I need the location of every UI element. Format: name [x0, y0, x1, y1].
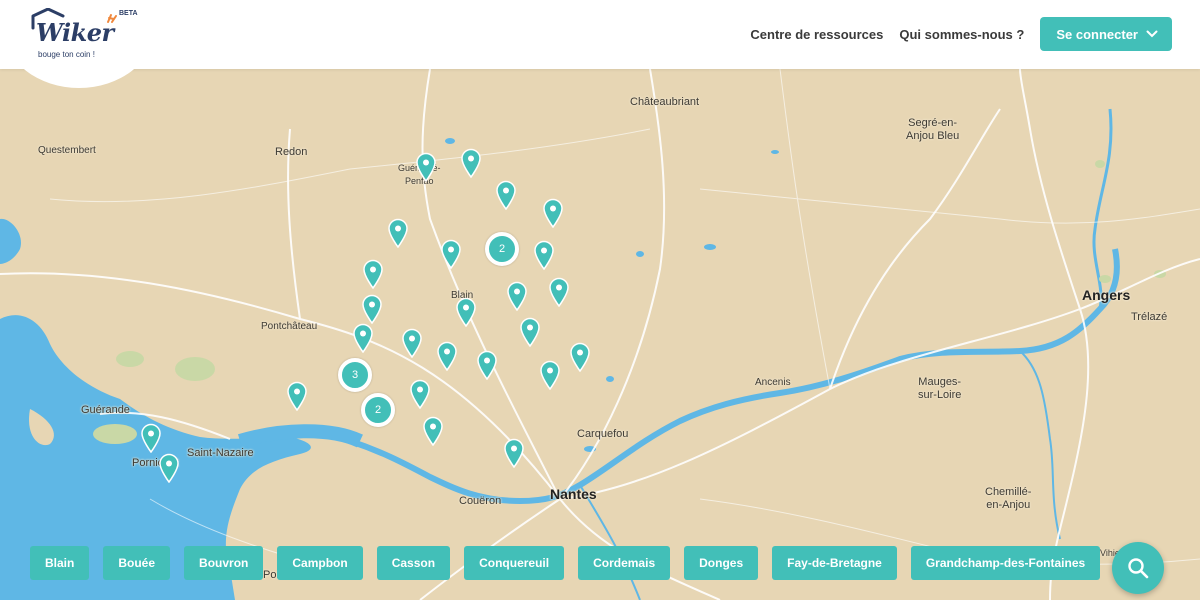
map-pin-icon[interactable] — [542, 198, 564, 228]
map-pin-icon[interactable] — [569, 342, 591, 372]
map-pin-icon[interactable] — [362, 259, 384, 289]
search-icon — [1128, 558, 1149, 579]
search-button[interactable] — [1112, 542, 1164, 594]
place-label-mauges: Mauges-sur-Loire — [918, 376, 962, 401]
map-pin-icon[interactable] — [158, 453, 180, 483]
place-label-pontchateau: Pontchâteau — [261, 321, 318, 332]
logo-wordmark: Wiker — [36, 18, 114, 47]
map-cluster[interactable]: 2 — [485, 232, 519, 266]
place-label-questembert: Questembert — [38, 145, 96, 156]
logo-spark-icon — [107, 14, 117, 23]
app-root: Centre de ressources Qui sommes-nous ? S… — [0, 0, 1200, 600]
map-pin-icon[interactable] — [415, 152, 437, 182]
connect-button[interactable]: Se connecter — [1040, 17, 1172, 51]
logo[interactable]: Wiker BETA bouge ton coin ! — [28, 4, 148, 64]
map-pin-icon[interactable] — [401, 328, 423, 358]
map-pin-icon[interactable] — [422, 416, 444, 446]
place-label-nantes: Nantes — [550, 486, 597, 502]
commune-chip[interactable]: Campbon — [277, 546, 363, 580]
map-cluster[interactable]: 3 — [338, 358, 372, 392]
nav-about-link[interactable]: Qui sommes-nous ? — [899, 27, 1024, 42]
map-pin-icon[interactable] — [460, 148, 482, 178]
commune-chip[interactable]: Grandchamp-des-Fontaines — [910, 546, 1101, 580]
map-pin-icon[interactable] — [436, 341, 458, 371]
map-pin-icon[interactable] — [548, 277, 570, 307]
connect-button-label: Se connecter — [1056, 26, 1138, 42]
map-pin-icon[interactable] — [455, 297, 477, 327]
map-pin-icon[interactable] — [506, 281, 528, 311]
map-pin-icon[interactable] — [533, 240, 555, 270]
place-label-trelaze: Trélazé — [1131, 311, 1168, 323]
place-label-guerande: Guérande — [81, 404, 130, 416]
map-pin-icon[interactable] — [476, 350, 498, 380]
place-label-redon: Redon — [275, 146, 308, 158]
place-label-chateaubriant: Châteaubriant — [630, 96, 700, 108]
map-pin-icon[interactable] — [387, 218, 409, 248]
place-label-ancenis: Ancenis — [755, 377, 791, 388]
commune-chip[interactable]: Blain — [30, 546, 90, 580]
logo-beta-badge: BETA — [119, 10, 138, 17]
commune-chip[interactable]: Conquereuil — [464, 546, 565, 580]
place-label-chemille: Chemillé-en-Anjou — [985, 486, 1032, 511]
nav-resources-link[interactable]: Centre de ressources — [750, 27, 883, 42]
place-label-carquefou: Carquefou — [577, 428, 629, 440]
commune-chip[interactable]: Fay-de-Bretagne — [772, 546, 897, 580]
map-pin-icon[interactable] — [361, 294, 383, 324]
main-nav: Centre de ressources Qui sommes-nous ? S… — [750, 17, 1172, 51]
map-pin-icon[interactable] — [352, 323, 374, 353]
chevron-down-icon — [1146, 30, 1158, 38]
map-pin-icon[interactable] — [440, 239, 462, 269]
commune-chip[interactable]: Donges — [684, 546, 759, 580]
place-label-coueron: Couëron — [459, 495, 502, 507]
map-cluster[interactable]: 2 — [361, 393, 395, 427]
commune-chip[interactable]: Cordemais — [578, 546, 671, 580]
commune-chip[interactable]: Casson — [376, 546, 451, 580]
map-pin-icon[interactable] — [286, 381, 308, 411]
map-basemap — [0, 69, 1200, 600]
map-pin-icon[interactable] — [409, 379, 431, 409]
map-pin-icon[interactable] — [140, 423, 162, 453]
commune-chips: Blain Bouée Bouvron Campbon Casson Conqu… — [30, 546, 1101, 580]
map-canvas[interactable]: Châteaubriant Segré-en- Anjou Bleu Queste… — [0, 69, 1200, 600]
top-header: Centre de ressources Qui sommes-nous ? S… — [0, 0, 1200, 69]
place-label-segre: Segré-en- Anjou Bleu — [906, 117, 960, 142]
logo-tagline: bouge ton coin ! — [38, 50, 95, 59]
place-label-angers: Angers — [1082, 287, 1131, 303]
map-pin-icon[interactable] — [495, 180, 517, 210]
map-pin-icon[interactable] — [503, 438, 525, 468]
place-label-saint-nazaire: Saint-Nazaire — [187, 447, 254, 459]
commune-chip[interactable]: Bouvron — [184, 546, 264, 580]
commune-chip[interactable]: Bouée — [103, 546, 171, 580]
map-pin-icon[interactable] — [519, 317, 541, 347]
map-pin-icon[interactable] — [539, 360, 561, 390]
